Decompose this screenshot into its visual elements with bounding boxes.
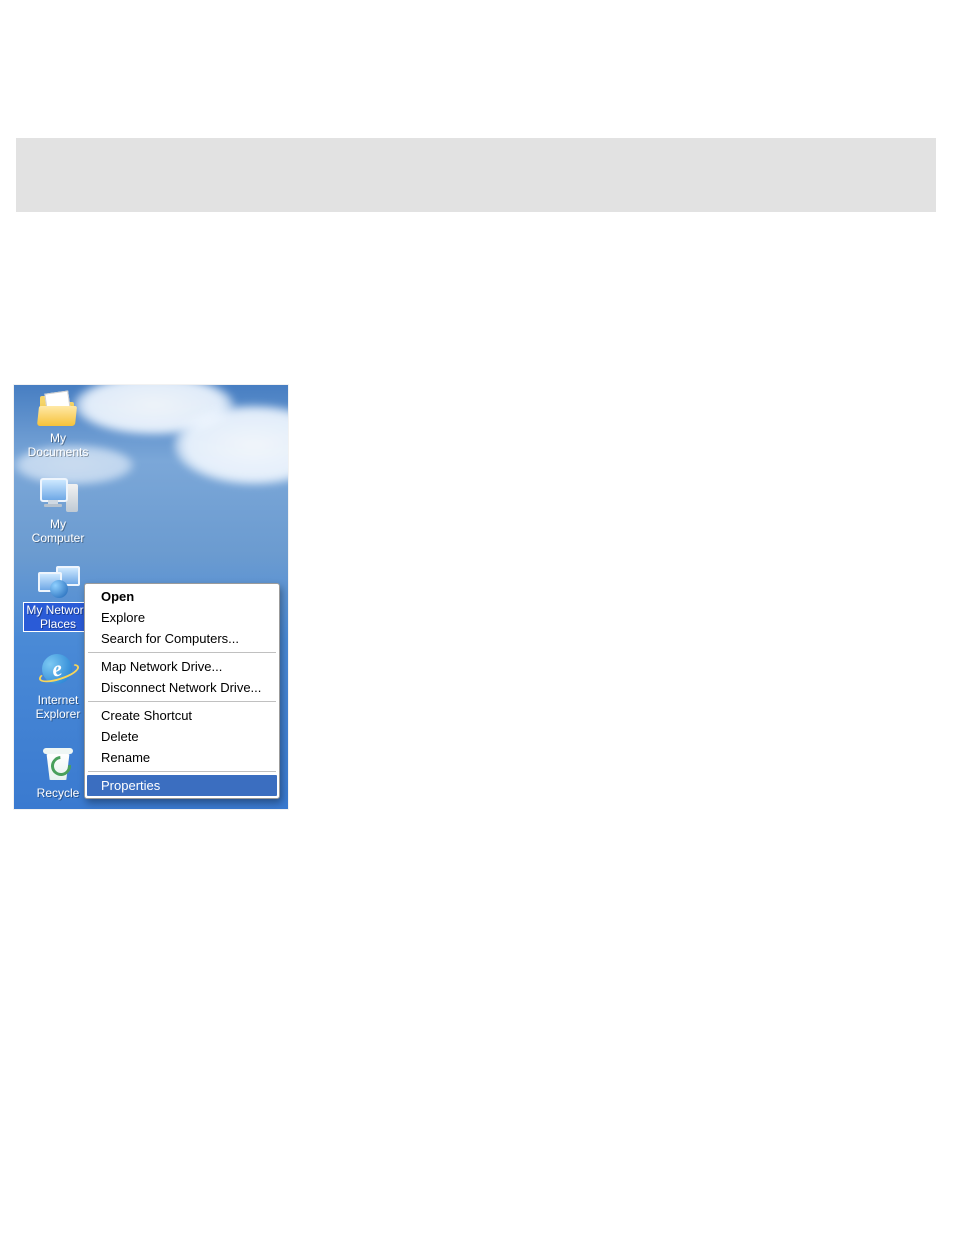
folder-icon xyxy=(38,389,78,427)
recycle-bin-icon xyxy=(38,743,78,781)
header-band xyxy=(16,138,936,212)
desktop-icon-label: Internet Explorer xyxy=(34,693,83,721)
internet-explorer-icon xyxy=(38,651,78,689)
context-menu-item-create-shortcut[interactable]: Create Shortcut xyxy=(87,705,277,726)
desktop-icon-label: Recycle xyxy=(35,786,82,800)
desktop-icon-my-computer[interactable]: My Computer xyxy=(20,475,96,545)
desktop-icon-my-documents[interactable]: My Documents xyxy=(20,389,96,459)
computer-icon xyxy=(38,475,78,513)
context-menu-item-rename[interactable]: Rename xyxy=(87,747,277,768)
windows-desktop: My Documents My Computer My Network Plac… xyxy=(14,385,288,809)
context-menu-item-map-network-drive[interactable]: Map Network Drive... xyxy=(87,656,277,677)
context-menu-separator xyxy=(88,771,276,772)
desktop-icon-label: My Documents xyxy=(20,431,96,459)
context-menu-item-delete[interactable]: Delete xyxy=(87,726,277,747)
desktop-icon-label: My Network Places xyxy=(24,603,91,631)
network-places-icon xyxy=(38,561,78,599)
context-menu-separator xyxy=(88,701,276,702)
context-menu-item-disconnect-network-drive[interactable]: Disconnect Network Drive... xyxy=(87,677,277,698)
context-menu-item-explore[interactable]: Explore xyxy=(87,607,277,628)
context-menu-separator xyxy=(88,652,276,653)
context-menu-item-properties[interactable]: Properties xyxy=(87,775,277,796)
context-menu-item-search-for-computers[interactable]: Search for Computers... xyxy=(87,628,277,649)
context-menu: Open Explore Search for Computers... Map… xyxy=(84,583,280,799)
context-menu-item-open[interactable]: Open xyxy=(87,586,277,607)
desktop-icon-label: My Computer xyxy=(20,517,96,545)
